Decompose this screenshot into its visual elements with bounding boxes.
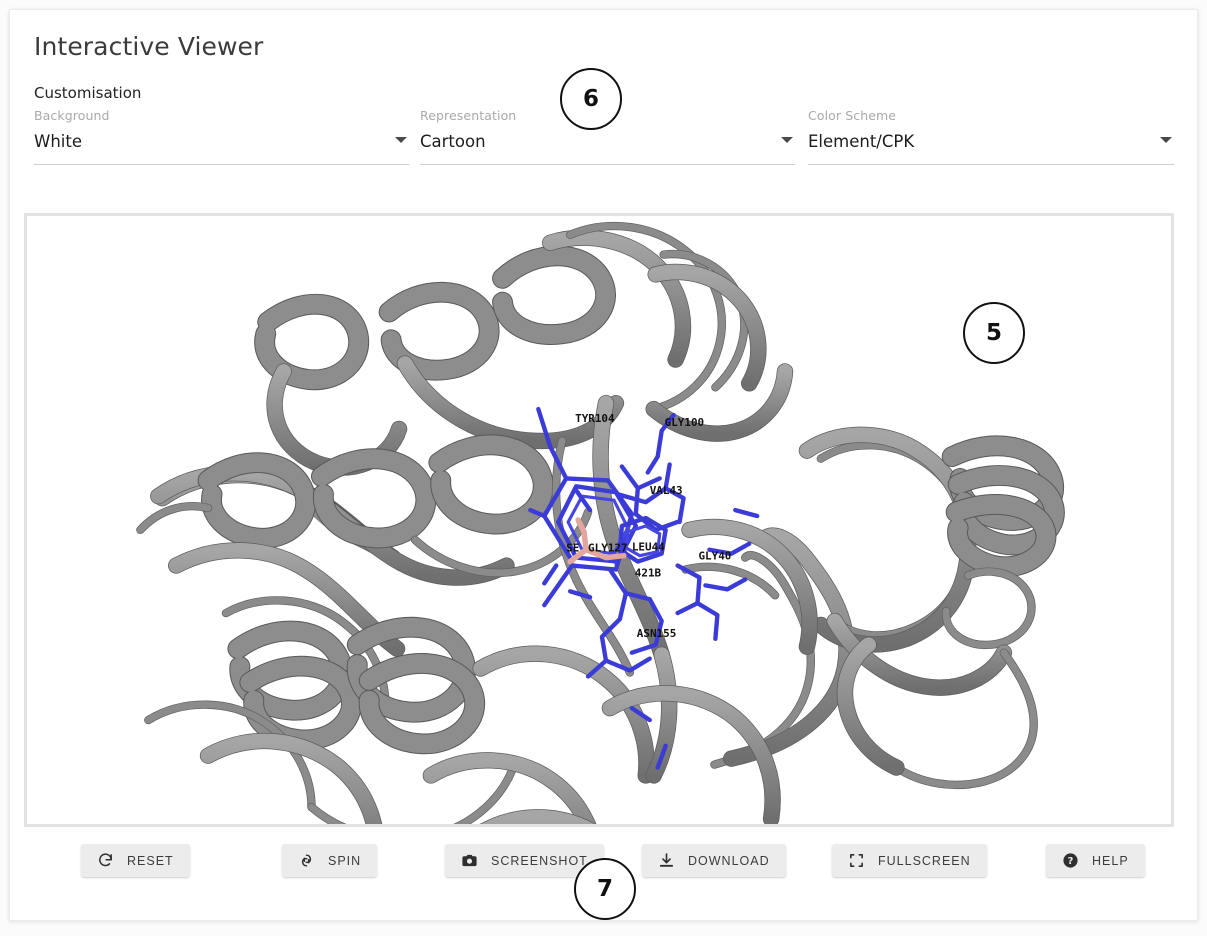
refresh-icon	[97, 852, 114, 869]
reset-button[interactable]: RESET	[81, 844, 190, 877]
svg-text:LEU44: LEU44	[632, 541, 665, 554]
customisation-section-label: Customisation	[34, 84, 142, 102]
chevron-down-icon	[395, 137, 407, 143]
camera-icon	[461, 852, 478, 869]
help-circle-icon: ?	[1062, 852, 1079, 869]
reset-button-label: RESET	[127, 853, 174, 868]
background-select-field: Background White	[34, 108, 409, 165]
representation-select-value: Cartoon	[420, 132, 486, 151]
annotation-badge-7: 7	[574, 858, 636, 920]
svg-text:SE: SE	[566, 542, 579, 555]
color-scheme-select-field: Color Scheme Element/CPK	[808, 108, 1174, 165]
svg-text:TYR104: TYR104	[575, 412, 615, 425]
viewer-page: Interactive Viewer Customisation Backgro…	[0, 0, 1207, 936]
chevron-down-icon	[781, 137, 793, 143]
help-button[interactable]: ? HELP	[1046, 844, 1145, 877]
chevron-down-icon	[1160, 137, 1172, 143]
svg-text:?: ?	[1068, 856, 1074, 867]
svg-text:GLY100: GLY100	[665, 416, 704, 429]
fullscreen-button-label: FULLSCREEN	[878, 853, 971, 868]
screenshot-button-label: SCREENSHOT	[491, 853, 588, 868]
spin-icon	[298, 852, 315, 869]
download-icon	[658, 852, 675, 869]
representation-select[interactable]: Cartoon	[420, 131, 795, 165]
svg-text:ASN155: ASN155	[637, 627, 676, 640]
svg-text:421B: 421B	[635, 566, 662, 579]
color-scheme-select-caption: Color Scheme	[808, 108, 897, 123]
color-scheme-select-value: Element/CPK	[808, 132, 915, 151]
annotation-badge-6: 6	[560, 68, 622, 130]
help-button-label: HELP	[1092, 853, 1129, 868]
download-button[interactable]: DOWNLOAD	[642, 844, 786, 877]
fullscreen-icon	[848, 852, 865, 869]
download-button-label: DOWNLOAD	[688, 853, 770, 868]
annotation-badge-5: 5	[963, 302, 1025, 364]
fullscreen-button[interactable]: FULLSCREEN	[832, 844, 987, 877]
background-select-caption: Background	[34, 108, 110, 123]
spin-button[interactable]: SPIN	[282, 844, 378, 877]
svg-text:GLY127: GLY127	[588, 542, 627, 555]
page-title: Interactive Viewer	[34, 32, 264, 61]
viewer-card: Interactive Viewer Customisation Backgro…	[9, 9, 1198, 921]
svg-text:VAL43: VAL43	[650, 484, 683, 497]
spin-button-label: SPIN	[328, 853, 362, 868]
color-scheme-select[interactable]: Element/CPK	[808, 131, 1174, 165]
background-select[interactable]: White	[34, 131, 409, 165]
background-select-value: White	[34, 132, 82, 151]
svg-text:GLY40: GLY40	[698, 550, 731, 563]
